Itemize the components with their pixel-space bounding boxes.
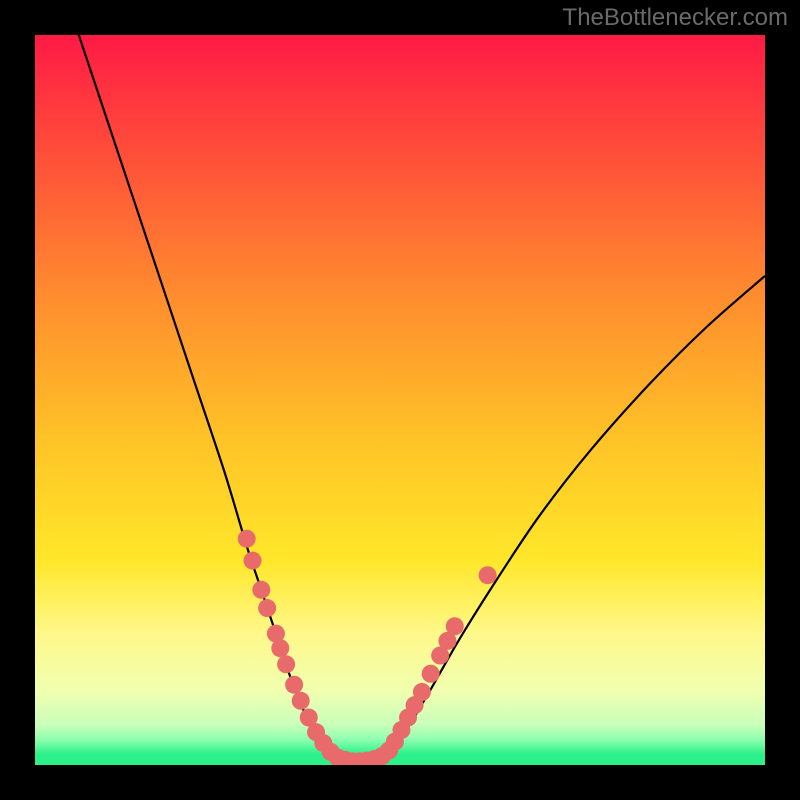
highlight-point (244, 552, 262, 570)
chart-svg (35, 35, 765, 765)
chart-frame: TheBottleneсker.com (0, 0, 800, 800)
highlight-point (422, 665, 440, 683)
highlight-point (413, 683, 431, 701)
highlight-point (277, 655, 295, 673)
chart-background (35, 35, 765, 765)
watermark-text: TheBottleneсker.com (563, 4, 788, 32)
highlight-point (252, 581, 270, 599)
highlight-point (479, 566, 497, 584)
highlight-point (292, 692, 310, 710)
plot-area (35, 35, 765, 765)
highlight-point (446, 617, 464, 635)
highlight-point (258, 599, 276, 617)
highlight-point (238, 530, 256, 548)
highlight-point (285, 676, 303, 694)
highlight-point (271, 639, 289, 657)
